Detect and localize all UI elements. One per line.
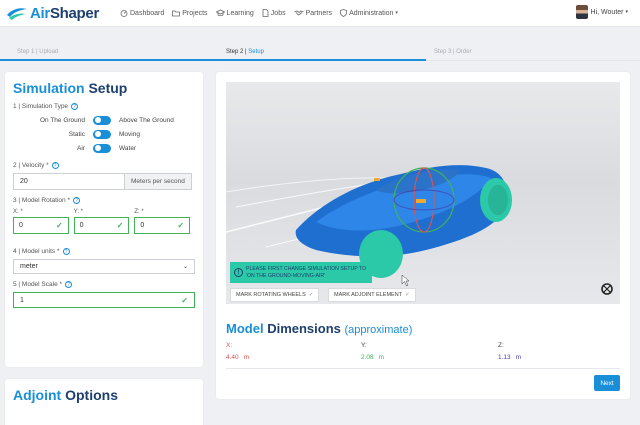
check-icon: ✓ [405, 292, 410, 298]
velocity-unit: Meters per second [125, 173, 192, 190]
avatar [575, 5, 588, 19]
dimension-y: Y: 2.08 m [361, 342, 385, 361]
next-button[interactable]: Next [594, 375, 620, 391]
user-greeting: Hi, Wouter [590, 8, 624, 16]
nav-partners[interactable]: Partners [293, 9, 332, 17]
toggle-fluid: Air Water [77, 143, 137, 153]
3d-model-viewer[interactable]: ! PLEASE FIRST CHANGE SIMULATION SETUP T… [226, 82, 620, 304]
file-icon [262, 9, 269, 17]
nav-jobs[interactable]: Jobs [262, 9, 286, 17]
nav-dashboard[interactable]: Dashboard [120, 9, 164, 17]
step-progress-2 [213, 59, 426, 61]
simulation-setup-panel: Simulation Setup 1 | Simulation Type? On… [5, 72, 203, 367]
help-icon[interactable]: ? [71, 103, 79, 110]
handshake-icon [293, 10, 304, 16]
check-icon: ✓ [308, 292, 314, 298]
airshaper-logo[interactable]: AirShaper [6, 5, 108, 22]
model-units-select[interactable]: meter ⌄ [13, 259, 195, 274]
rotation-z-input[interactable]: 0 ✓ [134, 217, 191, 234]
reset-view-icon[interactable] [600, 282, 614, 296]
dashboard-icon [120, 10, 128, 17]
check-icon: ✓ [181, 295, 188, 305]
mark-adjoint-element-button[interactable]: MARK ADJOINT ELEMENT ✓ [328, 288, 416, 302]
top-navbar: AirShaper Dashboard Projects Learning Jo… [0, 0, 640, 27]
step-setup[interactable]: Step 2 | Setup [226, 49, 264, 55]
check-icon: ✓ [55, 221, 63, 230]
rotation-z-label: Z: * [134, 209, 144, 215]
model-units-label: 4 | Model units *? [13, 248, 195, 255]
graduation-cap-icon [215, 9, 225, 17]
velocity-input[interactable]: 20 [13, 173, 125, 190]
step-upload[interactable]: Step 1 | Upload [17, 49, 58, 55]
warning-line-2: 'ON THE GROUND-MOVING-AIR' [246, 272, 326, 279]
model-scale-input[interactable]: 1 ✓ [13, 292, 195, 308]
toggle-motion: Static Moving [68, 129, 140, 139]
chevron-down-icon: ▾ [395, 10, 398, 16]
step-progress-1 [0, 59, 213, 61]
velocity-label: 2 | Velocity *? [13, 162, 195, 169]
adjoint-options-panel: Adjoint Options [5, 379, 203, 425]
panel-divider [226, 368, 620, 369]
chevron-down-icon: ▾ [625, 9, 628, 15]
rotation-x-input[interactable]: 0 ✓ [13, 217, 69, 234]
dimension-x: X: 4.40 m [226, 342, 250, 361]
nav-administration[interactable]: Administration ▾ [340, 9, 398, 17]
rotation-y-input[interactable]: 0 ✓ [73, 217, 130, 234]
folder-icon [172, 10, 181, 17]
info-icon: ! [234, 268, 243, 277]
rotation-x-label: X: * [13, 209, 23, 215]
nav-projects[interactable]: Projects [172, 9, 208, 17]
model-rotation-label: 3 | Model Rotation *? [13, 197, 195, 204]
model-scale-label: 5 | Model Scale *? [13, 281, 195, 288]
check-icon: ✓ [116, 221, 124, 230]
model-dimensions-title: Model Dimensions (approximate) [226, 321, 413, 336]
toggle-ground: On The Ground Above The Ground [39, 115, 174, 125]
simulation-setup-warning: ! PLEASE FIRST CHANGE SIMULATION SETUP T… [230, 262, 372, 283]
ground-toggle-switch[interactable] [93, 115, 111, 125]
check-icon: ✓ [177, 221, 185, 230]
model-view-panel: ! PLEASE FIRST CHANGE SIMULATION SETUP T… [216, 72, 630, 399]
logo-icon [7, 8, 27, 20]
user-menu[interactable]: Hi, Wouter ▾ [575, 5, 628, 19]
help-icon[interactable]: ? [72, 197, 80, 204]
simulation-type-label: 1 | Simulation Type? [13, 103, 195, 110]
mark-rotating-wheels-button[interactable]: MARK ROTATING WHEELS ✓ [230, 288, 320, 302]
nav-learning[interactable]: Learning [215, 9, 254, 17]
rotation-y-label: Y: * [73, 209, 84, 215]
help-icon[interactable]: ? [62, 248, 70, 255]
motion-toggle-switch[interactable] [93, 129, 111, 139]
help-icon[interactable]: ? [65, 281, 73, 288]
warning-line-1: PLEASE FIRST CHANGE SIMULATION SETUP TO [246, 266, 367, 272]
adjoint-title: Adjoint Options [13, 387, 118, 403]
shield-icon [340, 9, 347, 17]
chevron-down-icon: ⌄ [182, 264, 188, 270]
fluid-toggle-switch[interactable] [93, 143, 111, 153]
dimension-z: Z: 1.13 m [498, 342, 522, 361]
help-icon[interactable]: ? [51, 162, 59, 169]
step-order[interactable]: Step 3 | Order [434, 49, 472, 55]
logo-text: AirShaper [30, 4, 99, 22]
setup-title: Simulation Setup [13, 80, 128, 96]
